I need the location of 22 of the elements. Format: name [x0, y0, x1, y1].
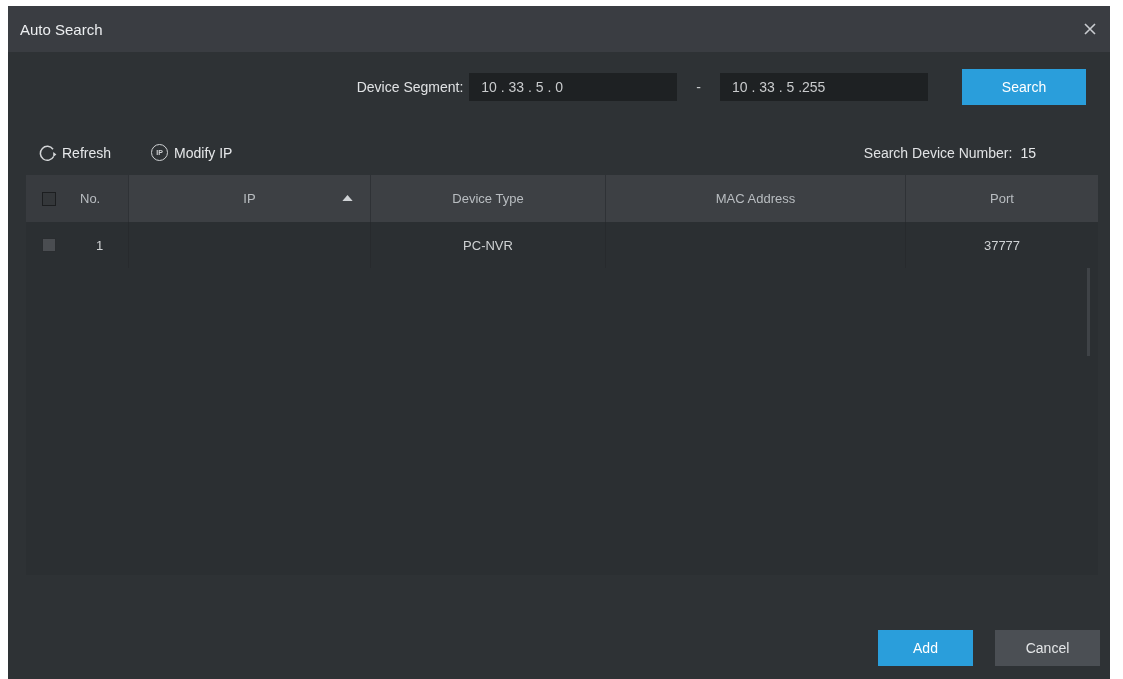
table-row[interactable]: 1 PC-NVR 37777: [26, 222, 1098, 268]
device-count-label: Search Device Number:: [863, 144, 1013, 161]
ip-field[interactable]: 10 . 33 . 5 . 0: [469, 72, 678, 101]
refresh-icon: [38, 143, 58, 162]
column-header[interactable]: No.: [26, 175, 128, 222]
cancel-button[interactable]: Cancel: [995, 630, 1100, 666]
select-all-checkbox[interactable]: [42, 191, 56, 206]
column-header[interactable]: Port: [905, 175, 1098, 222]
column-header[interactable]: MAC Address: [605, 175, 905, 222]
device-count-value: 15: [1020, 144, 1036, 161]
refresh-button[interactable]: Refresh: [38, 143, 112, 162]
range-separator: -: [696, 78, 701, 95]
table-cell: 1: [96, 237, 104, 253]
table-cell: 37777: [983, 237, 1021, 253]
window-title: Auto Search: [20, 20, 103, 38]
segment-label: Device Segment:: [356, 78, 464, 95]
close-icon[interactable]: [1084, 23, 1096, 35]
column-header[interactable]: IP: [128, 175, 370, 222]
table-cell: PC-NVR: [463, 237, 513, 253]
ip-field[interactable]: 10 . 33 . 5 .255: [720, 72, 928, 101]
row-checkbox[interactable]: [42, 238, 56, 252]
column-header[interactable]: Device Type: [370, 175, 605, 222]
